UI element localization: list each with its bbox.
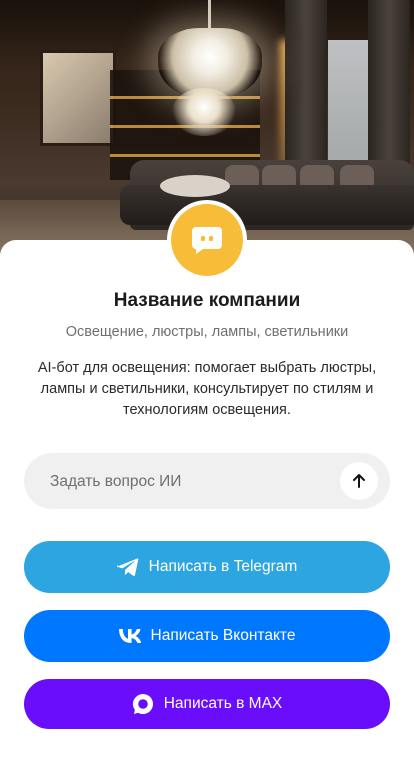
max-button[interactable]: Написать в MAX [24, 679, 390, 729]
company-subtitle: Освещение, люстры, лампы, светильники [65, 324, 349, 340]
company-logo [167, 200, 247, 280]
vk-button[interactable]: Написать Вконтакте [24, 610, 390, 662]
arrow-up-icon [353, 474, 365, 488]
chat-bot-icon [192, 227, 222, 254]
vk-button-label: Написать Вконтакте [150, 627, 296, 644]
telegram-icon [116, 557, 139, 577]
ask-ai-input[interactable] [48, 453, 352, 511]
ask-ai-field [24, 453, 390, 511]
telegram-button-label: Написать в Telegram [148, 558, 298, 575]
max-button-label: Написать в MAX [163, 695, 283, 712]
company-name: Название компании [113, 290, 301, 311]
send-button[interactable] [340, 462, 378, 500]
vk-icon [118, 629, 141, 643]
telegram-button[interactable]: Написать в Telegram [24, 541, 390, 593]
company-description: AI-бот для освещения: помогает выбрать л… [37, 360, 377, 418]
max-icon [132, 693, 154, 715]
